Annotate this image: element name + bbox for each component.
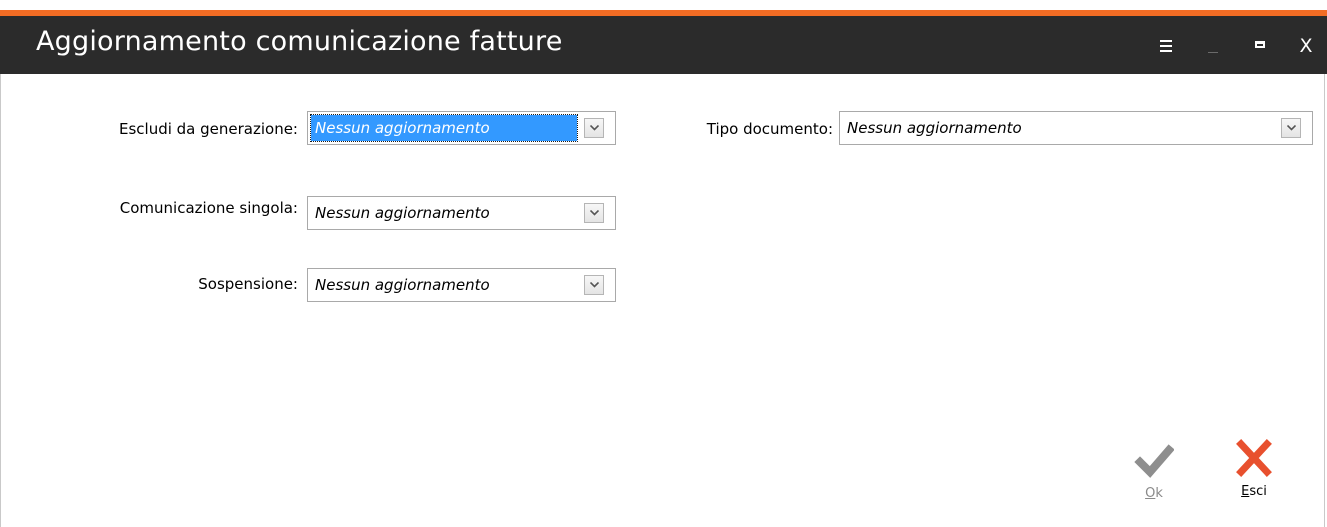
chevron-down-icon[interactable] <box>1281 118 1301 138</box>
ok-button[interactable]: Ok <box>1124 440 1184 501</box>
exit-button[interactable]: Esci <box>1224 438 1284 499</box>
sospensione-label: Sospensione: <box>198 275 298 293</box>
chevron-down-icon[interactable] <box>584 118 604 138</box>
ok-label: Ok <box>1145 486 1163 501</box>
sospensione-combo[interactable]: Nessun aggiornamento <box>307 268 616 302</box>
checkmark-icon <box>1134 444 1175 478</box>
escludi-value: Nessun aggiornamento <box>310 114 578 142</box>
minimize-icon[interactable] <box>1202 36 1226 56</box>
tipo-value: Nessun aggiornamento <box>847 119 1022 137</box>
hamburger-menu-icon[interactable] <box>1154 36 1178 56</box>
title-bar: Aggiornamento comunicazione fatture X <box>0 16 1327 74</box>
exit-label: Esci <box>1241 484 1267 499</box>
singola-label: Comunicazione singola: <box>119 199 298 217</box>
accent-bar <box>0 0 1327 16</box>
maximize-icon[interactable] <box>1249 36 1273 56</box>
escludi-combo[interactable]: Nessun aggiornamento <box>307 111 616 145</box>
tipo-combo[interactable]: Nessun aggiornamento <box>839 111 1313 145</box>
chevron-down-icon[interactable] <box>584 203 604 223</box>
singola-value: Nessun aggiornamento <box>315 204 490 222</box>
escludi-label: Escludi da generazione: <box>118 120 298 138</box>
chevron-down-icon[interactable] <box>584 275 604 295</box>
window-title: Aggiornamento comunicazione fatture <box>36 26 563 57</box>
sospensione-value: Nessun aggiornamento <box>315 276 490 294</box>
tipo-label: Tipo documento: <box>706 120 833 138</box>
singola-combo[interactable]: Nessun aggiornamento <box>307 196 616 230</box>
close-x-icon <box>1236 439 1272 477</box>
close-window-button[interactable]: X <box>1294 36 1318 56</box>
